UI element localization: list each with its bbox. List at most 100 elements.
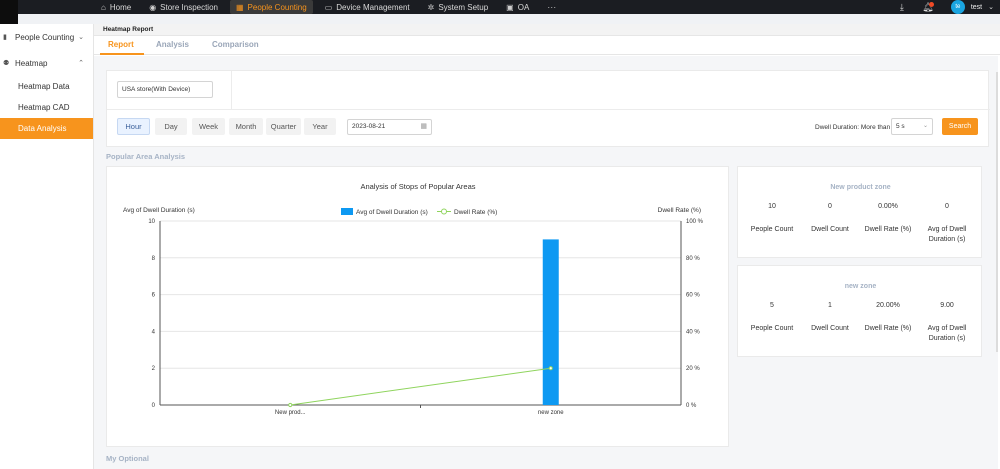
y-axis-right-label: Dwell Rate (%) bbox=[658, 207, 701, 214]
nav-people-counting-label: People Counting bbox=[247, 2, 307, 12]
zone-dwell-rate: 20.00% bbox=[876, 302, 900, 309]
sidebar-group-heatmap[interactable]: ⚉ Heatmap ⌃ bbox=[0, 50, 93, 76]
tab-bar: Report Analysis Comparison bbox=[94, 37, 1000, 55]
report-content: USA store(With Device) Hour Day Week Mon… bbox=[94, 56, 998, 469]
dwell-duration-value: 5 s bbox=[896, 123, 905, 130]
sidebar-item-data-analysis[interactable]: Data Analysis bbox=[0, 118, 93, 139]
y-right-tick-label: 0 % bbox=[686, 403, 697, 409]
legend-label-bar: Avg of Dwell Duration (s) bbox=[356, 209, 428, 216]
zone-label: Avg of Dwell Duration (s) bbox=[927, 325, 967, 342]
chevron-up-icon: ⌃ bbox=[78, 60, 84, 67]
legend-swatch-bar bbox=[341, 208, 353, 215]
bell-icon[interactable]: 🔔︎ bbox=[915, 1, 941, 13]
period-hour-button[interactable]: Hour bbox=[117, 118, 150, 135]
calendar-icon: ▦ bbox=[420, 123, 427, 130]
zone-card-new-zone: new zone 5 1 20.00% 9.00 People Count Dw… bbox=[737, 265, 982, 357]
zone-avg-dwell: 0 bbox=[945, 203, 949, 210]
zone-people-count: 10 bbox=[768, 203, 776, 210]
sidebar-item-heatmap-data[interactable]: Heatmap Data bbox=[0, 76, 93, 97]
y-left-tick-label: 2 bbox=[152, 366, 156, 372]
zone-people-count: 5 bbox=[770, 302, 774, 309]
my-optional-heading: My Optional bbox=[106, 454, 149, 463]
store-select[interactable]: USA store(With Device) bbox=[117, 81, 213, 98]
notification-dot bbox=[928, 1, 934, 7]
scrollbar[interactable] bbox=[996, 72, 998, 352]
nav-home[interactable]: ⌂ Home bbox=[95, 0, 137, 14]
gear-icon: ✲ bbox=[427, 2, 435, 12]
more-menu-icon[interactable]: ··· bbox=[547, 2, 556, 12]
zone-label: Dwell Rate (%) bbox=[864, 325, 912, 332]
y-left-tick-label: 0 bbox=[152, 403, 156, 409]
tab-analysis[interactable]: Analysis bbox=[156, 40, 189, 49]
sidebar-group-people-counting[interactable]: ▮ People Counting ⌄ bbox=[0, 24, 93, 50]
main-area: Heatmap Report Report Analysis Compariso… bbox=[94, 24, 1000, 469]
period-year-button[interactable]: Year bbox=[304, 118, 336, 135]
popular-area-chart: Analysis of Stops of Popular Areas Avg of… bbox=[123, 182, 704, 416]
divider bbox=[231, 71, 232, 109]
y-left-tick-label: 10 bbox=[148, 219, 155, 225]
zone-label: Dwell Count bbox=[811, 325, 849, 332]
nav-people-counting[interactable]: ▦ People Counting bbox=[229, 0, 313, 14]
zone-avg-dwell: 9.00 bbox=[940, 302, 954, 309]
bar-avg-dwell bbox=[542, 239, 559, 405]
dwell-duration-select[interactable]: 5 s ⌄ bbox=[891, 118, 933, 135]
y-right-tick-label: 80 % bbox=[686, 256, 700, 262]
zone-label: Dwell Count bbox=[811, 226, 849, 233]
chart-title: Analysis of Stops of Popular Areas bbox=[360, 182, 475, 191]
sidebar-item-label: Heatmap Data bbox=[18, 82, 70, 91]
divider bbox=[107, 109, 990, 110]
popular-area-heading: Popular Area Analysis bbox=[106, 152, 186, 161]
zone-dwell-count: 0 bbox=[828, 203, 832, 210]
zone-label: Avg of Dwell Duration (s) bbox=[927, 226, 967, 243]
zone-label: People Count bbox=[750, 325, 794, 332]
tab-comparison[interactable]: Comparison bbox=[212, 40, 259, 49]
y-left-tick-label: 8 bbox=[152, 256, 156, 262]
search-button[interactable]: Search bbox=[942, 118, 978, 135]
point-dwell-rate bbox=[288, 402, 293, 408]
y-left-tick-label: 6 bbox=[152, 293, 156, 299]
y-axis-left-label: Avg of Dwell Duration (s) bbox=[123, 207, 195, 214]
zone-label: People Count bbox=[750, 226, 794, 233]
active-tab-indicator bbox=[100, 53, 144, 55]
zone-card-new-product: New product zone 10 0 0.00% 0 People Cou… bbox=[737, 166, 982, 258]
y-right-tick-label: 60 % bbox=[686, 293, 700, 299]
bar-chart-icon: ▮ bbox=[3, 34, 7, 41]
download-icon[interactable]: ⤓ bbox=[889, 2, 915, 13]
y-right-tick-label: 40 % bbox=[686, 329, 700, 335]
nav-store-inspection[interactable]: ◉ Store Inspection bbox=[143, 0, 224, 14]
tab-report[interactable]: Report bbox=[108, 40, 134, 49]
point-dwell-rate bbox=[548, 366, 553, 371]
nav-device-management[interactable]: ▭ Device Management bbox=[319, 0, 416, 14]
period-day-button[interactable]: Day bbox=[155, 118, 187, 135]
heatmap-icon: ⚉ bbox=[3, 60, 10, 67]
camera-icon: ◉ bbox=[149, 2, 157, 12]
chevron-down-icon[interactable]: ⌄ bbox=[988, 3, 994, 11]
chevron-down-icon: ⌄ bbox=[78, 34, 84, 41]
y-left-tick-label: 4 bbox=[152, 329, 156, 335]
nav-system-setup[interactable]: ✲ System Setup bbox=[422, 0, 495, 14]
date-picker[interactable]: 2023-08-21 ▦ bbox=[347, 119, 432, 135]
chevron-down-icon: ⌄ bbox=[922, 123, 928, 129]
page-title: Heatmap Report bbox=[103, 26, 154, 33]
zone-label: Dwell Rate (%) bbox=[864, 226, 912, 233]
top-navigation-bar: ⌂ Home ◉ Store Inspection ▦ People Count… bbox=[0, 0, 1000, 24]
period-week-button[interactable]: Week bbox=[192, 118, 225, 135]
period-month-button[interactable]: Month bbox=[229, 118, 263, 135]
nav-system-setup-label: System Setup bbox=[438, 2, 489, 12]
filter-panel: USA store(With Device) Hour Day Week Mon… bbox=[106, 70, 990, 147]
sidebar-item-label: Heatmap CAD bbox=[18, 103, 70, 112]
zone-dwell-count: 1 bbox=[828, 302, 832, 309]
sidebar-group-label: People Counting bbox=[15, 32, 75, 42]
device-icon: ▭ bbox=[324, 2, 333, 12]
nav-oa[interactable]: ▣ OA bbox=[500, 0, 535, 14]
user-area: ⤓ 🔔︎ te test ⌄ bbox=[889, 0, 1000, 14]
period-quarter-button[interactable]: Quarter bbox=[266, 118, 301, 135]
sidebar-item-heatmap-cad[interactable]: Heatmap CAD bbox=[0, 97, 93, 118]
username[interactable]: test bbox=[971, 4, 982, 11]
sidebar: ▮ People Counting ⌄ ⚉ Heatmap ⌃ Heatmap … bbox=[0, 24, 94, 469]
avatar[interactable]: te bbox=[950, 0, 965, 14]
nav-device-management-label: Device Management bbox=[336, 2, 410, 12]
zone-name: New product zone bbox=[830, 184, 891, 191]
home-icon: ⌂ bbox=[101, 2, 106, 12]
x-tick-label: new zone bbox=[538, 410, 564, 416]
